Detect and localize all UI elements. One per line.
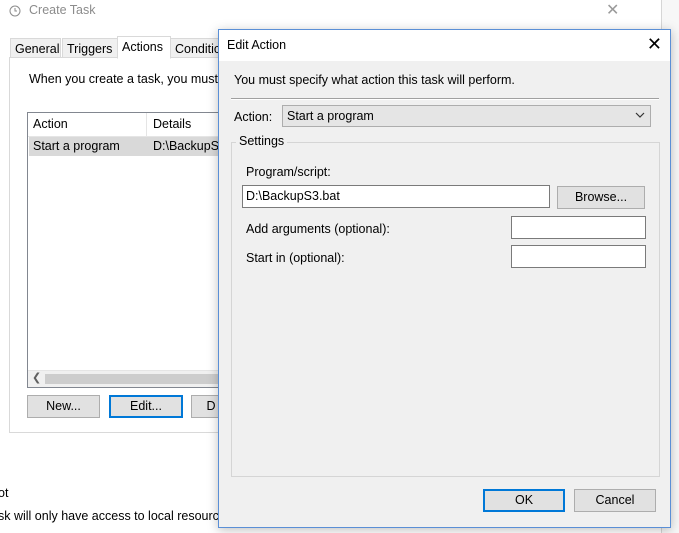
actions-list[interactable]: Action Details Start a program D:\Backup… <box>27 112 247 388</box>
browse-button[interactable]: Browse... <box>557 186 645 209</box>
action-select-value: Start a program <box>287 109 374 123</box>
dialog-titlebar[interactable]: Edit Action ✕ <box>219 30 670 61</box>
program-script-label: Program/script: <box>246 165 331 179</box>
create-task-title: Create Task <box>29 3 96 17</box>
dialog-intro-text: You must specify what action this task w… <box>234 73 515 87</box>
new-button[interactable]: New... <box>27 395 100 418</box>
dialog-title: Edit Action <box>227 38 287 52</box>
list-header: Action Details <box>28 113 246 137</box>
action-label: Action: <box>234 110 273 124</box>
column-header-details[interactable]: Details <box>153 117 191 131</box>
close-icon[interactable]: ✕ <box>606 0 619 20</box>
settings-legend: Settings <box>236 134 288 148</box>
program-script-input[interactable]: D:\BackupS3.bat <box>242 185 550 208</box>
horizontal-scrollbar[interactable]: ❮ <box>28 370 246 387</box>
add-arguments-input[interactable] <box>511 216 646 239</box>
security-option-text: ot <box>0 486 9 500</box>
start-in-input[interactable] <box>511 245 646 268</box>
close-icon[interactable]: ✕ <box>647 34 662 54</box>
create-task-titlebar <box>0 0 679 24</box>
scrollbar-thumb[interactable] <box>45 374 245 384</box>
action-select[interactable]: Start a program <box>282 105 651 127</box>
table-row[interactable]: Start a program D:\BackupS3.ba <box>29 137 246 156</box>
clock-icon <box>9 5 21 17</box>
edit-action-dialog: Edit Action ✕ You must specify what acti… <box>218 29 671 528</box>
divider <box>231 98 659 100</box>
chevron-down-icon <box>635 112 645 118</box>
ok-button[interactable]: OK <box>483 489 565 512</box>
tab-general[interactable]: General <box>10 38 61 58</box>
edit-button[interactable]: Edit... <box>109 395 183 418</box>
tab-triggers[interactable]: Triggers <box>62 38 118 58</box>
row-action: Start a program <box>33 139 120 153</box>
column-separator[interactable] <box>146 113 147 136</box>
tab-actions[interactable]: Actions <box>117 36 171 59</box>
chevron-left-icon[interactable]: ❮ <box>32 371 41 384</box>
column-header-action[interactable]: Action <box>33 117 68 131</box>
start-in-label: Start in (optional): <box>246 251 345 265</box>
actions-intro-text: When you create a task, you must sp <box>29 72 235 86</box>
cancel-button[interactable]: Cancel <box>574 489 656 512</box>
add-arguments-label: Add arguments (optional): <box>246 222 390 236</box>
security-note-text: sk will only have access to local resour… <box>0 509 233 523</box>
